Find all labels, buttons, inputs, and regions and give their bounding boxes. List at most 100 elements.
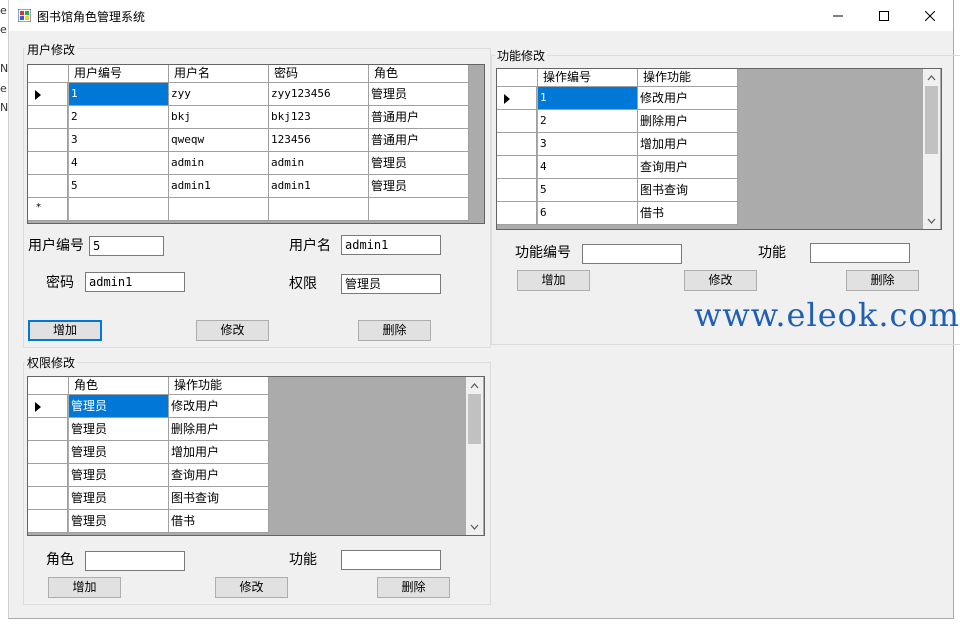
- perm-edit-button[interactable]: 修改: [215, 577, 288, 598]
- title-bar[interactable]: 图书馆角色管理系统: [9, 0, 953, 31]
- row-header[interactable]: [28, 464, 68, 487]
- table-cell[interactable]: 1: [69, 83, 169, 106]
- table-cell[interactable]: 3: [69, 129, 169, 152]
- table-cell[interactable]: 6: [538, 202, 638, 225]
- table-cell[interactable]: 增加用户: [169, 441, 269, 464]
- table-cell[interactable]: 管理员: [369, 83, 469, 106]
- role-input[interactable]: 管理员: [341, 274, 441, 294]
- table-cell[interactable]: qweqw: [169, 129, 269, 152]
- row-header[interactable]: [28, 175, 68, 198]
- row-header[interactable]: [28, 441, 68, 464]
- table-cell[interactable]: 图书查询: [169, 487, 269, 510]
- permission-grid[interactable]: 角色 操作功能 管理员 修改用户 管理员 删除用户 管理员 增加用户 管理员 查…: [27, 376, 485, 536]
- table-cell[interactable]: 4: [538, 156, 638, 179]
- table-cell-new[interactable]: [369, 198, 469, 221]
- table-cell-new[interactable]: [69, 198, 169, 221]
- table-cell[interactable]: 管理员: [69, 487, 169, 510]
- table-cell[interactable]: 删除用户: [169, 418, 269, 441]
- scroll-thumb[interactable]: [925, 86, 938, 154]
- row-header[interactable]: [28, 129, 68, 152]
- user-delete-button[interactable]: 删除: [358, 320, 431, 341]
- row-header-current[interactable]: [28, 395, 68, 418]
- table-cell[interactable]: 管理员: [369, 152, 469, 175]
- row-header[interactable]: [28, 418, 68, 441]
- table-cell[interactable]: 管理员: [69, 441, 169, 464]
- table-cell[interactable]: 管理员: [69, 395, 169, 418]
- row-header[interactable]: [28, 106, 68, 129]
- user-add-button[interactable]: 增加: [28, 320, 102, 341]
- table-cell[interactable]: 查询用户: [638, 156, 738, 179]
- table-cell[interactable]: admin1: [269, 175, 369, 198]
- row-header[interactable]: [497, 156, 537, 179]
- row-header[interactable]: [497, 179, 537, 202]
- table-cell[interactable]: 借书: [169, 510, 269, 533]
- user-grid[interactable]: 用户编号 用户名 密码 角色 * 1 zyy zyy123456 管理员 2 b…: [27, 64, 485, 224]
- scroll-up-button[interactable]: [923, 69, 940, 86]
- column-header[interactable]: 密码: [269, 65, 369, 83]
- table-cell[interactable]: 1: [538, 87, 638, 110]
- table-cell[interactable]: admin1: [169, 175, 269, 198]
- user-id-input[interactable]: 5: [89, 236, 164, 256]
- table-cell[interactable]: 3: [538, 133, 638, 156]
- row-header-current[interactable]: [497, 87, 537, 110]
- scroll-up-button[interactable]: [466, 377, 483, 394]
- close-button[interactable]: [907, 0, 953, 31]
- table-cell[interactable]: 2: [538, 110, 638, 133]
- function-add-button[interactable]: 增加: [517, 270, 590, 291]
- row-header[interactable]: [497, 133, 537, 156]
- user-edit-button[interactable]: 修改: [196, 320, 269, 341]
- scroll-down-button[interactable]: [466, 518, 483, 535]
- table-cell[interactable]: 修改用户: [169, 395, 269, 418]
- table-cell[interactable]: admin: [169, 152, 269, 175]
- table-cell[interactable]: 管理员: [369, 175, 469, 198]
- perm-role-input[interactable]: [85, 551, 185, 571]
- perm-delete-button[interactable]: 删除: [377, 577, 450, 598]
- function-delete-button[interactable]: 删除: [846, 270, 919, 291]
- permission-grid-scrollbar[interactable]: [466, 377, 483, 535]
- row-header-new[interactable]: *: [28, 198, 68, 221]
- function-grid[interactable]: 操作编号 操作功能 1 修改用户 2 删除用户 3 增加用户 4 查询用户 5 …: [496, 68, 942, 230]
- function-edit-button[interactable]: 修改: [684, 270, 757, 291]
- perm-add-button[interactable]: 增加: [48, 577, 121, 598]
- perm-function-input[interactable]: [341, 550, 441, 570]
- table-cell[interactable]: 123456: [269, 129, 369, 152]
- table-cell[interactable]: 查询用户: [169, 464, 269, 487]
- scroll-thumb[interactable]: [468, 394, 481, 444]
- table-cell[interactable]: 4: [69, 152, 169, 175]
- table-cell[interactable]: bkj123: [269, 106, 369, 129]
- function-id-input[interactable]: [582, 244, 682, 264]
- table-cell[interactable]: 图书查询: [638, 179, 738, 202]
- table-cell[interactable]: 管理员: [69, 510, 169, 533]
- user-name-input[interactable]: admin1: [341, 235, 441, 255]
- table-cell[interactable]: 5: [538, 179, 638, 202]
- table-cell[interactable]: zyy: [169, 83, 269, 106]
- maximize-button[interactable]: [861, 0, 907, 31]
- table-cell[interactable]: 借书: [638, 202, 738, 225]
- password-input[interactable]: admin1: [85, 272, 185, 292]
- scroll-down-button[interactable]: [923, 212, 940, 229]
- table-cell[interactable]: 普通用户: [369, 129, 469, 152]
- minimize-button[interactable]: [815, 0, 861, 31]
- column-header[interactable]: 操作编号: [538, 69, 638, 87]
- table-cell[interactable]: 5: [69, 175, 169, 198]
- column-header[interactable]: 操作功能: [638, 69, 738, 87]
- column-header[interactable]: 操作功能: [169, 377, 269, 395]
- row-header[interactable]: [497, 110, 537, 133]
- row-header[interactable]: [28, 510, 68, 533]
- table-cell[interactable]: admin: [269, 152, 369, 175]
- row-header[interactable]: [28, 487, 68, 510]
- table-cell[interactable]: 增加用户: [638, 133, 738, 156]
- table-cell[interactable]: 管理员: [69, 418, 169, 441]
- table-cell[interactable]: 2: [69, 106, 169, 129]
- function-name-input[interactable]: [810, 243, 910, 263]
- table-cell[interactable]: bkj: [169, 106, 269, 129]
- row-header-current[interactable]: [28, 83, 68, 106]
- column-header[interactable]: 用户名: [169, 65, 269, 83]
- table-cell-new[interactable]: [269, 198, 369, 221]
- row-header[interactable]: [28, 152, 68, 175]
- function-grid-scrollbar[interactable]: [923, 69, 940, 229]
- table-cell[interactable]: zyy123456: [269, 83, 369, 106]
- table-cell-new[interactable]: [169, 198, 269, 221]
- row-header[interactable]: [497, 202, 537, 225]
- table-cell[interactable]: 普通用户: [369, 106, 469, 129]
